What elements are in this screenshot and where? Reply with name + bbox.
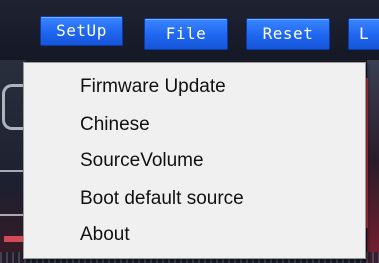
menu-item-chinese[interactable]: Chinese <box>24 107 365 143</box>
right-panel-fragment <box>367 60 379 263</box>
reset-button[interactable]: Reset <box>246 18 330 50</box>
menu-item-source-volume[interactable]: SourceVolume <box>24 143 365 179</box>
file-button[interactable]: File <box>144 18 228 50</box>
partial-toolbar-button[interactable]: L <box>348 18 379 50</box>
setup-button[interactable]: SetUp <box>40 16 123 46</box>
menu-item-about[interactable]: About <box>24 217 365 253</box>
setup-dropdown-menu: Firmware Update Chinese SourceVolume Boo… <box>23 62 366 259</box>
menu-item-firmware-update[interactable]: Firmware Update <box>24 69 365 105</box>
right-panel-level-line <box>366 78 368 228</box>
menu-item-boot-default-source[interactable]: Boot default source <box>24 181 365 217</box>
left-panel-glyph <box>2 84 23 130</box>
